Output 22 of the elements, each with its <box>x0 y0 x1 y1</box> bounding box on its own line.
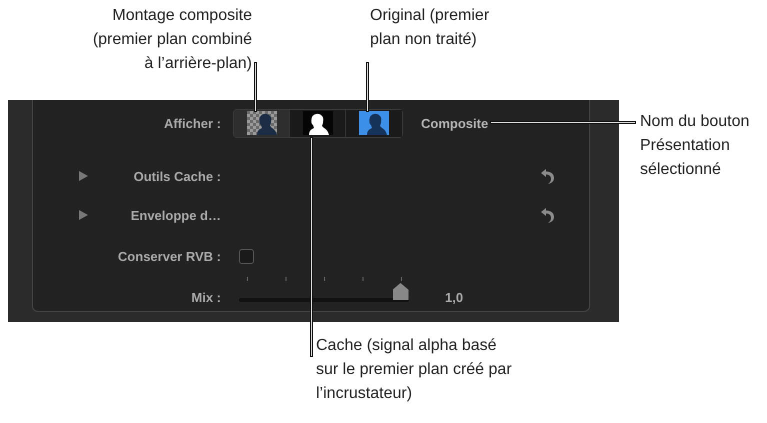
original-silhouette-icon <box>359 111 389 135</box>
callout-text: Nom du bouton Présentation sélectionné <box>640 112 750 180</box>
callout-text: Original (premier plan non traité) <box>370 6 490 50</box>
reset-icon[interactable] <box>541 207 555 223</box>
slider-track[interactable] <box>239 283 409 302</box>
view-button[interactable] <box>290 110 346 136</box>
callout-text: Cache (signal alpha basé sur le premier plan créé par l’incrustateur) <box>316 336 512 404</box>
slider-value: 1,0 <box>445 290 464 306</box>
view-name: Composite <box>421 116 488 130</box>
callout-text: Montage composite (premier plan combiné à l’arrière-plan) <box>92 6 252 74</box>
checker-silhouette-icon <box>246 111 276 135</box>
group-label: Outils Cache : <box>134 168 221 184</box>
disclosure-triangle-icon[interactable] <box>79 171 88 181</box>
checkbox-label: Conserver RVB : <box>116 248 221 264</box>
view-label: Afficher : <box>162 116 221 130</box>
slider-label: Mix : <box>190 290 221 306</box>
matte-silhouette-icon <box>302 111 332 135</box>
disclosure-triangle-icon[interactable] <box>79 210 88 220</box>
slider-thumb[interactable] <box>392 283 408 300</box>
checkbox[interactable] <box>239 248 254 264</box>
group-label: Enveloppe d… <box>130 208 221 222</box>
reset-icon[interactable] <box>541 168 555 184</box>
